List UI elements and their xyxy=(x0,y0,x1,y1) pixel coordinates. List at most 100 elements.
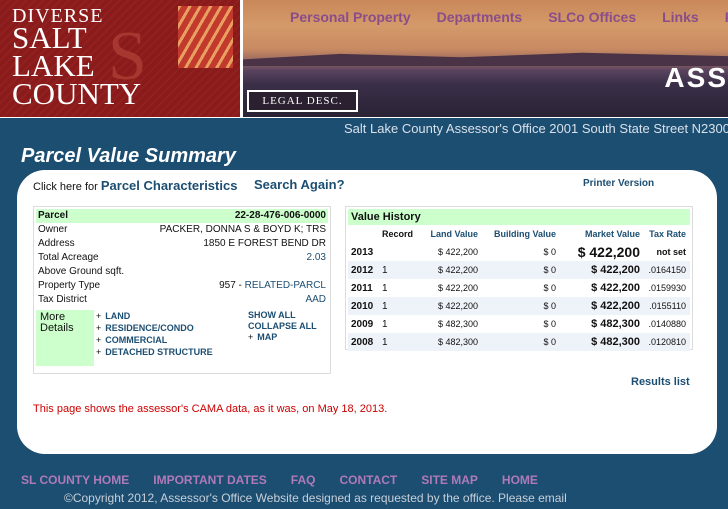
header-banner: Personal Property Departments SLCo Offic… xyxy=(243,0,728,117)
expand-plus-icon: + xyxy=(96,335,102,345)
details-link-residence[interactable]: RESIDENCE/CONDO xyxy=(105,323,194,333)
expand-plus-icon: + xyxy=(96,323,102,333)
year-cell: 2011 xyxy=(351,282,373,294)
acreage-value: 2.03 xyxy=(306,252,326,263)
owner-label: Owner xyxy=(38,224,68,235)
banner-mountain-graphic xyxy=(243,52,728,66)
map-link[interactable]: MAP xyxy=(257,332,277,342)
col-market-header: Market Value xyxy=(584,229,640,239)
search-again-link[interactable]: Search Again? xyxy=(254,177,345,192)
table-row: 2012 1 $ 422,200 $ 0 $ 422,200 .0164150 xyxy=(348,261,690,279)
record-cell: 1 xyxy=(382,261,418,279)
property-type-code: 957 - xyxy=(219,280,245,291)
building-value-cell: $ 0 xyxy=(543,319,556,329)
table-row: 2013 $ 422,200 $ 0 $ 422,200 not set xyxy=(348,243,690,261)
record-cell: 1 xyxy=(382,318,388,330)
footer-link-faq[interactable]: FAQ xyxy=(291,473,316,487)
tax-rate-cell: not set xyxy=(656,247,686,257)
footer-link-contact[interactable]: CONTACT xyxy=(339,473,397,487)
col-building-header: Building Value xyxy=(493,229,556,239)
details-link-detached[interactable]: DETACHED STRUCTURE xyxy=(105,347,212,357)
market-value-cell: $ 482,300 xyxy=(560,333,644,351)
office-address: Salt Lake County Assessor's Office 2001 … xyxy=(344,121,728,136)
details-link-commercial[interactable]: COMMERCIAL xyxy=(105,335,167,345)
nav-departments[interactable]: Departments xyxy=(437,9,523,25)
building-value-cell: $ 0 xyxy=(543,283,556,293)
record-cell: 1 xyxy=(382,333,418,351)
parcel-header-row: Parcel 22-28-476-006-0000 xyxy=(36,209,328,223)
property-type-link[interactable]: RELATED-PARCL xyxy=(245,280,326,291)
summary-card: Click here for Parcel Characteristics Se… xyxy=(17,170,717,454)
details-link-land[interactable]: LAND xyxy=(105,311,130,321)
top-nav: Personal Property Departments SLCo Offic… xyxy=(290,9,728,25)
logo-line-county: COUNTY xyxy=(12,76,142,111)
tax-rate-cell: .0159930 xyxy=(648,283,686,293)
collapse-all-link[interactable]: COLLAPSE ALL xyxy=(248,321,317,332)
year-cell: 2009 xyxy=(351,318,374,330)
details-item-detached[interactable]: + DETACHED STRUCTURE xyxy=(96,346,248,358)
table-row: 2009 1 $ 482,300 $ 0 $ 482,300 .0140880 xyxy=(348,315,690,333)
results-list-link[interactable]: Results list xyxy=(631,376,690,388)
year-cell: 2013 xyxy=(351,246,374,258)
footer-link-sl-county-home[interactable]: SL COUNTY HOME xyxy=(21,473,129,487)
market-value-cell: $ 422,200 xyxy=(560,261,644,279)
table-row: 2011 1 $ 422,200 $ 0 $ 422,200 .0159930 xyxy=(348,279,690,297)
building-value-cell: $ 0 xyxy=(482,333,560,351)
parcel-number: 22-28-476-006-0000 xyxy=(234,210,326,221)
building-value-cell: $ 0 xyxy=(543,247,556,257)
tax-rate-cell: .0155110 xyxy=(644,297,690,315)
tax-district-link[interactable]: AAD xyxy=(305,293,326,307)
address-value: 1850 E FOREST BEND DR xyxy=(203,238,326,249)
owner-value: PACKER, DONNA S & BOYD K; TRS xyxy=(159,224,326,235)
address-bar: Salt Lake County Assessor's Office 2001 … xyxy=(0,118,728,140)
printer-version-link[interactable]: Printer Version xyxy=(583,178,654,189)
property-type-value: 957 - RELATED-PARCL xyxy=(219,279,326,293)
land-value-cell: $ 422,200 xyxy=(437,247,478,257)
show-all-link[interactable]: SHOW ALL xyxy=(248,310,317,321)
land-value-cell: $ 482,300 xyxy=(437,319,478,329)
parcel-characteristics-link[interactable]: Parcel Characteristics xyxy=(101,178,238,193)
value-history-table: Record Land Value Building Value Market … xyxy=(348,225,690,351)
year-cell: 2012 xyxy=(348,261,382,279)
address-label: Address xyxy=(38,238,75,249)
map-item[interactable]: + MAP xyxy=(248,332,317,343)
more-details-label: More Details xyxy=(36,310,94,366)
parcel-panel: Parcel 22-28-476-006-0000 Owner PACKER, … xyxy=(33,206,331,374)
tax-rate-cell: .0120810 xyxy=(644,333,690,351)
col-record-header: Record xyxy=(382,229,414,239)
footer-link-home[interactable]: HOME xyxy=(502,473,538,487)
property-type-label: Property Type xyxy=(38,280,101,291)
tax-rate-cell: .0164150 xyxy=(644,261,690,279)
details-item-land[interactable]: + LAND xyxy=(96,310,248,322)
nav-slco-offices[interactable]: SLCo Offices xyxy=(548,9,636,25)
nav-personal-property[interactable]: Personal Property xyxy=(290,9,411,25)
record-cell: 1 xyxy=(382,282,388,294)
legal-desc-button[interactable]: LEGAL DESC. xyxy=(247,90,358,112)
parcel-row-sqft: Above Ground sqft. xyxy=(36,265,328,279)
tax-rate-cell: .0140880 xyxy=(648,319,686,329)
footer-link-site-map[interactable]: SITE MAP xyxy=(421,473,478,487)
cama-data-note: This page shows the assessor's CAMA data… xyxy=(33,403,388,415)
parcel-row-tax-district: Tax District AAD xyxy=(36,293,328,307)
parcel-row-owner: Owner PACKER, DONNA S & BOYD K; TRS xyxy=(36,223,328,237)
record-cell: 1 xyxy=(382,297,418,315)
col-taxrate-header: Tax Rate xyxy=(649,229,686,239)
copyright-notice: ©Copyright 2012, Assessor's Office Websi… xyxy=(64,491,567,505)
market-value-cell: $ 422,200 xyxy=(577,244,640,260)
expand-plus-icon: + xyxy=(96,311,102,321)
market-value-cell: $ 482,300 xyxy=(591,318,640,330)
details-item-commercial[interactable]: + COMMERCIAL xyxy=(96,334,248,346)
parcel-characteristics-prompt: Click here for Parcel Characteristics xyxy=(33,178,237,193)
building-value-cell: $ 0 xyxy=(482,297,560,315)
sqft-label: Above Ground sqft. xyxy=(38,266,125,277)
value-history-header-row: Record Land Value Building Value Market … xyxy=(348,225,690,243)
year-cell: 2010 xyxy=(348,297,382,315)
parcel-label: Parcel xyxy=(38,210,69,221)
details-item-residence[interactable]: + RESIDENCE/CONDO xyxy=(96,322,248,334)
col-year-header xyxy=(348,225,382,243)
land-value-cell: $ 482,300 xyxy=(418,333,482,351)
expand-plus-icon: + xyxy=(248,332,254,342)
nav-links[interactable]: Links xyxy=(662,9,699,25)
footer-link-important-dates[interactable]: IMPORTANT DATES xyxy=(153,473,267,487)
county-logo[interactable]: S DIVERSE SALT LAKE COUNTY xyxy=(0,0,240,117)
